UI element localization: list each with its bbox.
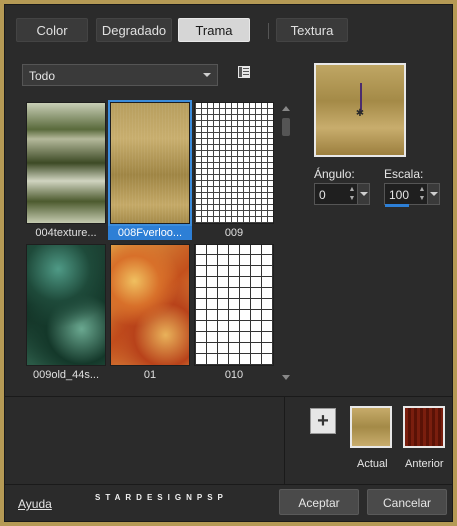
pattern-caption: 01: [143, 369, 157, 381]
angle-handle-icon[interactable]: ✱: [355, 109, 365, 119]
tab-separator: [268, 23, 269, 39]
angle-stepper[interactable]: 0 ▲ ▼: [314, 183, 370, 205]
pattern-gallery: 004texture... 008Fverloo... 009 009old_4…: [24, 100, 276, 384]
stepper-arrows-icon[interactable]: ▲ ▼: [417, 185, 427, 203]
pattern-thumbnail: [194, 244, 274, 366]
tab-gradient[interactable]: Degradado: [96, 18, 172, 42]
scale-slider-fill: [385, 204, 409, 207]
list-view-icon[interactable]: [238, 66, 250, 78]
current-swatch-label: Actual: [357, 458, 388, 470]
help-link[interactable]: Ayuda: [18, 497, 52, 511]
angle-label: Ángulo:: [314, 167, 355, 181]
divider: [284, 397, 285, 485]
scale-value: 100: [389, 188, 410, 202]
pattern-item[interactable]: 008Fverloo...: [108, 100, 192, 240]
pattern-thumbnail: [194, 102, 274, 224]
chevron-down-icon: [203, 73, 211, 77]
pattern-thumbnail: [26, 102, 106, 224]
divider: [4, 484, 453, 485]
tab-color[interactable]: Color: [16, 18, 88, 42]
category-dropdown[interactable]: Todo: [22, 64, 218, 86]
previous-swatch-label: Anterior: [405, 458, 444, 470]
previous-swatch[interactable]: [403, 406, 445, 448]
stepper-arrows-icon[interactable]: ▲ ▼: [347, 185, 357, 203]
scroll-down-icon[interactable]: [282, 375, 290, 380]
pattern-item[interactable]: 009old_44s...: [24, 242, 108, 381]
add-pattern-button[interactable]: +: [310, 408, 336, 434]
gallery-scrollbar[interactable]: [280, 100, 292, 384]
watermark-text: STARDESIGNPSP: [95, 493, 228, 502]
pattern-caption: 009old_44s...: [32, 369, 100, 381]
cancel-button[interactable]: Cancelar: [367, 489, 447, 515]
divider: [4, 396, 453, 397]
pattern-caption: 004texture...: [35, 227, 97, 239]
pattern-thumbnail: [108, 100, 192, 226]
pattern-item[interactable]: 01: [108, 242, 192, 381]
scale-stepper[interactable]: 100 ▲ ▼: [384, 183, 440, 207]
angle-dropdown-button[interactable]: [357, 184, 369, 204]
pattern-caption: 008Fverloo...: [108, 226, 192, 240]
pattern-item[interactable]: 010: [192, 242, 276, 381]
pattern-thumbnail: [26, 244, 106, 366]
pattern-preview[interactable]: ✱: [314, 63, 406, 157]
angle-value: 0: [319, 188, 326, 202]
scale-dropdown-button[interactable]: [427, 184, 439, 204]
scrollbar-thumb[interactable]: [282, 118, 290, 136]
pattern-item[interactable]: 004texture...: [24, 100, 108, 239]
accept-button[interactable]: Aceptar: [279, 489, 359, 515]
scale-label: Escala:: [384, 167, 424, 181]
current-swatch[interactable]: [350, 406, 392, 448]
category-dropdown-value: Todo: [29, 69, 56, 83]
pattern-item[interactable]: 009: [192, 100, 276, 239]
tab-pattern[interactable]: Trama: [178, 18, 250, 42]
pattern-caption: 009: [224, 227, 244, 239]
pattern-thumbnail: [110, 244, 190, 366]
pattern-caption: 010: [224, 369, 244, 381]
tab-texture[interactable]: Textura: [276, 18, 348, 42]
scroll-up-icon[interactable]: [282, 106, 290, 111]
